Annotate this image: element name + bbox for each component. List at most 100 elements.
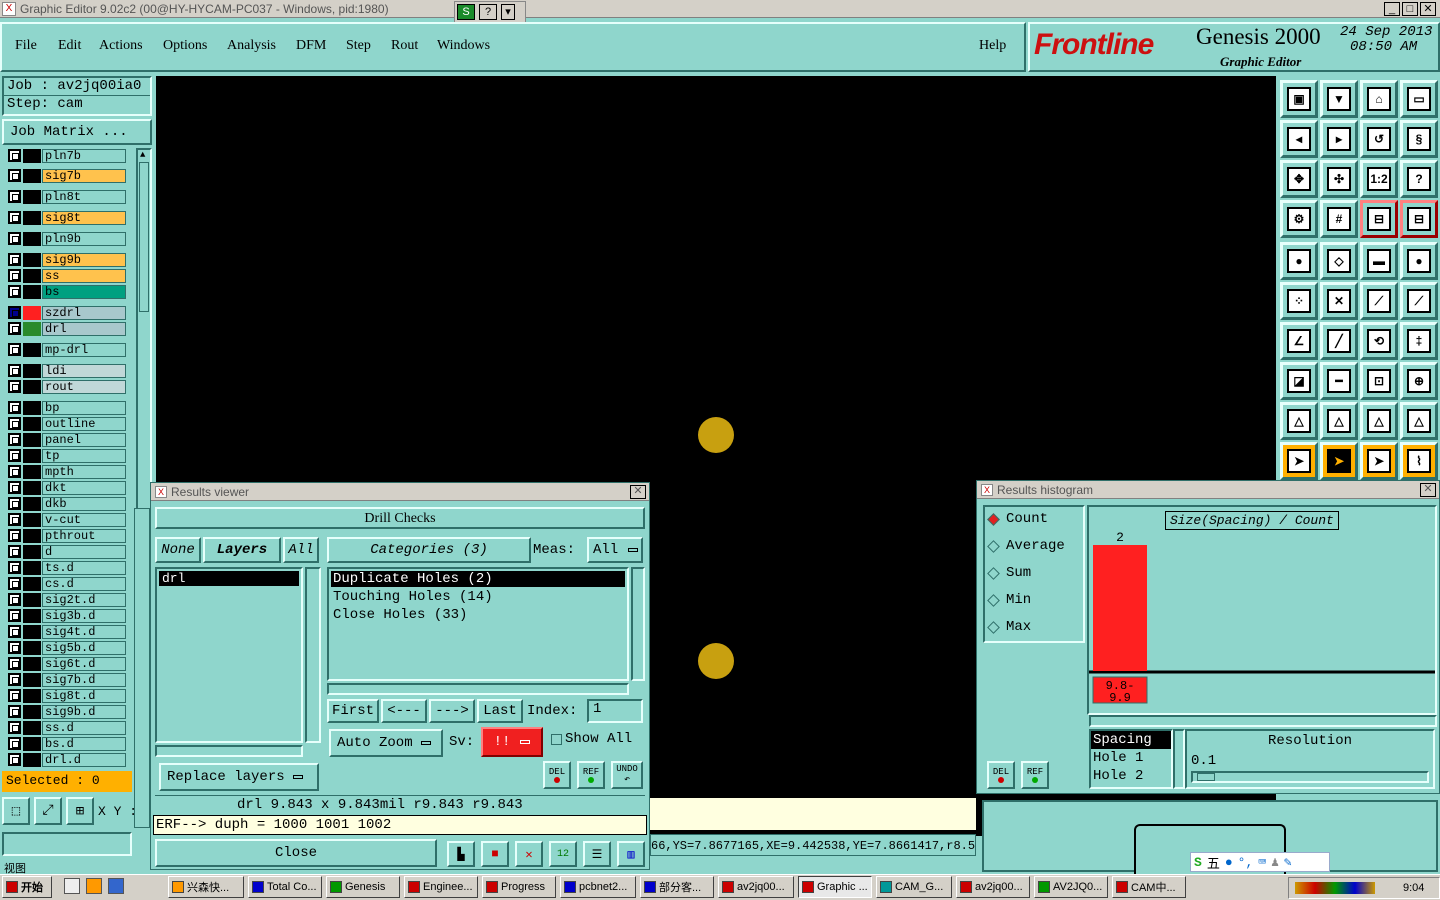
del-button[interactable]: DEL — [543, 761, 571, 789]
layer-checkbox[interactable] — [8, 737, 21, 750]
minimize-icon[interactable]: _ — [1384, 2, 1400, 16]
layer-checkbox[interactable] — [8, 705, 21, 718]
auto-zoom-select[interactable]: Auto Zoom — [329, 729, 443, 757]
ime-dot-icon[interactable]: ● — [1225, 855, 1233, 870]
taskbar-item[interactable]: Genesis — [326, 876, 400, 898]
quicklaunch-icon[interactable] — [86, 878, 102, 894]
scroll-thumb[interactable] — [139, 162, 149, 312]
taskbar-item[interactable]: av2jq00... — [956, 876, 1030, 898]
layer-checkbox[interactable] — [8, 545, 21, 558]
taskbar-item[interactable]: Enginee... — [404, 876, 478, 898]
text-icon[interactable]: ‡ — [1400, 322, 1438, 360]
layer-checkbox[interactable] — [8, 211, 21, 224]
help-icon[interactable]: ? — [479, 4, 497, 20]
taskbar-item[interactable]: 部分客... — [640, 876, 714, 898]
hist-del-button[interactable]: DEL — [987, 761, 1015, 789]
layers-none-button[interactable]: None — [155, 537, 201, 563]
hist-ref-button[interactable]: REF — [1021, 761, 1049, 789]
layer-row-szdrl[interactable]: szdrl — [8, 305, 126, 320]
layer-checkbox[interactable] — [8, 364, 21, 377]
layer-checkbox[interactable] — [8, 561, 21, 574]
ime-user-icon[interactable]: ♟ — [1271, 855, 1279, 870]
taskbar-item[interactable]: pcbnet2... — [560, 876, 636, 898]
pan-icon[interactable]: ✣ — [1320, 160, 1358, 198]
layer-checkbox[interactable] — [8, 657, 21, 670]
ruler-icon[interactable]: ▬ — [1360, 242, 1398, 280]
layer-row-pln8t[interactable]: pln8t — [8, 189, 126, 204]
layers-all-button[interactable]: All — [283, 537, 319, 563]
ime-keyboard-icon[interactable]: ⌨ — [1258, 855, 1266, 870]
taskbar-item[interactable]: CAM中... — [1112, 876, 1186, 898]
list-item[interactable]: Spacing — [1091, 731, 1171, 749]
layer-row-sig8t.d[interactable]: sig8t.d — [8, 688, 126, 703]
layer-row-dkt[interactable]: dkt — [8, 480, 126, 495]
layer-row-cs.d[interactable]: cs.d — [8, 576, 126, 591]
layer-list-scrollbar[interactable] — [305, 567, 321, 743]
layer-checkbox[interactable] — [8, 253, 21, 266]
grid-tool-icon[interactable]: ⊞ — [66, 797, 94, 825]
layer-checkbox[interactable] — [8, 149, 21, 162]
question-icon[interactable]: ? — [1400, 160, 1438, 198]
slider-thumb[interactable] — [1197, 773, 1215, 781]
list-item[interactable]: Touching Holes (14) — [331, 589, 625, 605]
histogram-bar[interactable] — [1093, 545, 1147, 671]
taskbar-item[interactable]: Total Co... — [248, 876, 322, 898]
pad-icon[interactable]: ● — [1280, 242, 1318, 280]
layer-checkbox[interactable] — [8, 285, 21, 298]
layer-checkbox[interactable] — [8, 753, 21, 766]
first-button[interactable]: First — [327, 699, 379, 723]
menu-windows[interactable]: Windows — [437, 38, 490, 54]
ime-mode[interactable]: 五 — [1207, 853, 1220, 872]
layer-row-mpth[interactable]: mpth — [8, 464, 126, 479]
list-item[interactable]: Hole 2 — [1091, 767, 1171, 785]
layer-checkbox[interactable] — [8, 306, 21, 319]
tray-icons[interactable] — [1295, 882, 1375, 894]
snap-alt-icon[interactable]: ⊟ — [1400, 200, 1438, 238]
taskbar-item[interactable]: AV2JQ0... — [1034, 876, 1108, 898]
layer-row-drl[interactable]: drl — [8, 321, 126, 336]
select-icon[interactable]: ➤ — [1320, 442, 1358, 480]
drill-hole[interactable] — [698, 417, 734, 453]
quicklaunch-icon[interactable] — [108, 878, 124, 894]
layer-checkbox[interactable] — [8, 593, 21, 606]
snap-icon[interactable]: ⊟ — [1360, 200, 1398, 238]
line-icon[interactable]: ⟋ — [1360, 282, 1398, 320]
coordinate-field[interactable] — [2, 832, 132, 856]
layer-row-sig7b.d[interactable]: sig7b.d — [8, 672, 126, 687]
layer-row-sig3b.d[interactable]: sig3b.d — [8, 608, 126, 623]
layer-checkbox[interactable] — [8, 721, 21, 734]
report-icon[interactable]: ☰ — [583, 841, 611, 867]
layer-row-pln7b[interactable]: pln7b — [8, 148, 126, 163]
start-button[interactable]: 开始 — [2, 876, 52, 898]
layer-checkbox[interactable] — [8, 513, 21, 526]
layer-row-d[interactable]: d — [8, 544, 126, 559]
layer-checkbox[interactable] — [8, 169, 21, 182]
drill-hole[interactable] — [698, 643, 734, 679]
net-icon[interactable]: ⁘ — [1280, 282, 1318, 320]
layer-row-pthrout[interactable]: pthrout — [8, 528, 126, 543]
open-icon[interactable]: ▣ — [1280, 80, 1318, 118]
layer-checkbox[interactable] — [8, 609, 21, 622]
ime-s-icon[interactable]: S — [1194, 855, 1202, 870]
scroll-up-icon[interactable]: ▲ — [140, 150, 145, 160]
zoom-fit-icon[interactable]: ✥ — [1280, 160, 1318, 198]
layer-row-drl.d[interactable]: drl.d — [8, 752, 126, 767]
histogram-hscrollbar[interactable] — [1089, 715, 1437, 727]
taskbar-item[interactable]: Progress — [482, 876, 556, 898]
move-icon[interactable]: ◇ — [1320, 242, 1358, 280]
layer-row-sig8t[interactable]: sig8t — [8, 210, 126, 225]
close-icon[interactable]: ✕ — [630, 484, 646, 499]
undo-button[interactable]: UNDO ↶ — [611, 761, 643, 789]
layer-row-sig5b.d[interactable]: sig5b.d — [8, 640, 126, 655]
triangle-c-icon[interactable]: △ — [1400, 402, 1438, 440]
cross-icon[interactable]: ✕ — [1320, 282, 1358, 320]
next-button[interactable]: ---> — [429, 699, 475, 723]
diagonal-icon[interactable]: ╱ — [1320, 322, 1358, 360]
ime-punct-icon[interactable]: °, — [1238, 855, 1254, 870]
filter-icon[interactable]: ⚙ — [1280, 200, 1318, 238]
close-button[interactable]: Close — [155, 839, 437, 867]
menu-dfm[interactable]: DFM — [296, 38, 326, 54]
categories-button[interactable]: Categories (3) — [327, 537, 531, 563]
quicklaunch-icon[interactable] — [64, 878, 80, 894]
histogram-option-count[interactable]: Count — [987, 511, 1048, 527]
